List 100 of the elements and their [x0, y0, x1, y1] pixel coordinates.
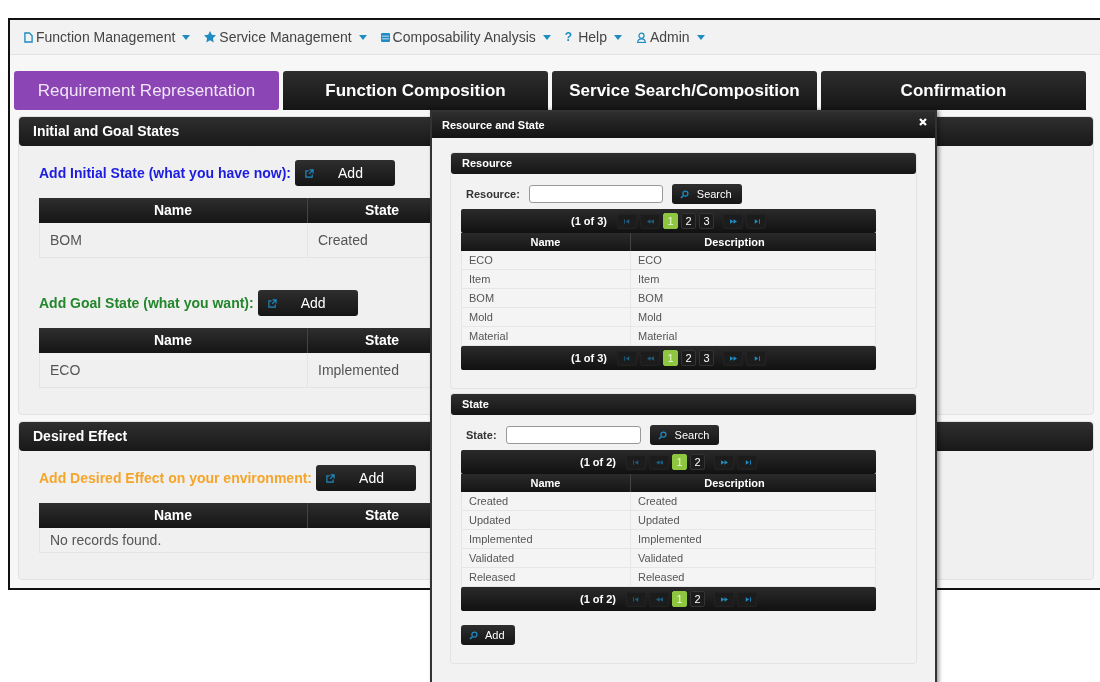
previous-page-button[interactable] — [649, 591, 670, 607]
next-page-button[interactable] — [723, 213, 744, 229]
table-cell: Created — [462, 492, 631, 510]
star-icon — [204, 31, 217, 43]
caret-icon — [696, 34, 705, 40]
last-page-button[interactable] — [746, 213, 767, 229]
prompt-label: Add Desired Effect on your environment: — [39, 470, 313, 486]
column-header: State — [363, 201, 401, 220]
nav-menu[interactable]: Admin — [635, 29, 705, 45]
page-button[interactable]: 3 — [699, 350, 715, 366]
page-button[interactable]: 2 — [690, 591, 706, 607]
page-summary: (1 of 3) — [570, 215, 608, 227]
next-page-button[interactable] — [723, 350, 744, 366]
table-cell: Validated — [462, 549, 631, 567]
page-button[interactable]: 2 — [690, 454, 706, 470]
search-icon — [469, 630, 478, 640]
next-page-icon — [720, 459, 728, 465]
caret-icon — [358, 34, 367, 40]
last-page-button[interactable] — [746, 350, 767, 366]
search-button[interactable]: Search — [671, 184, 742, 204]
table-cell: Material — [462, 327, 631, 345]
table-cell: ECO — [462, 251, 631, 269]
add-button[interactable]: Add — [316, 465, 417, 491]
page-button[interactable]: 3 — [699, 213, 715, 229]
last-page-icon — [743, 459, 751, 465]
page-summary: (1 of 2) — [579, 593, 617, 605]
first-page-button[interactable] — [626, 454, 647, 470]
previous-page-icon — [646, 218, 654, 224]
nav-menu[interactable]: ? Help — [564, 29, 622, 45]
help-icon: ? — [564, 30, 573, 44]
table-cell: Updated — [462, 511, 631, 529]
table-cell: Mold — [462, 308, 631, 326]
table-cell-text: Released — [637, 570, 686, 585]
previous-page-icon — [646, 355, 654, 361]
last-page-button[interactable] — [737, 591, 758, 607]
table-cell: Implemented — [462, 530, 631, 548]
tab[interactable]: Confirmation — [821, 71, 1086, 110]
caret-icon — [182, 34, 191, 40]
table-cell-text: ECO — [637, 253, 663, 268]
search-field[interactable] — [505, 426, 641, 444]
next-page-icon — [729, 218, 737, 224]
table-icon — [380, 32, 390, 42]
field-label: State: — [466, 429, 497, 441]
first-page-button[interactable] — [617, 213, 638, 229]
tab[interactable]: Requirement Representation — [14, 71, 279, 110]
page-summary: (1 of 3) — [570, 352, 608, 364]
search-field[interactable] — [528, 185, 663, 203]
last-page-icon — [752, 355, 760, 361]
nav-menu[interactable]: Composability Analysis — [380, 29, 551, 45]
page-button[interactable]: 2 — [681, 350, 697, 366]
close-icon[interactable] — [919, 118, 927, 126]
page-summary: (1 of 2) — [579, 456, 617, 468]
page-button[interactable]: 2 — [681, 213, 697, 229]
add-button[interactable]: Add — [461, 625, 515, 645]
next-page-button[interactable] — [714, 591, 735, 607]
first-page-button[interactable] — [617, 350, 638, 366]
column-header: Name — [39, 503, 308, 528]
table-cell: BOM — [462, 289, 631, 307]
table-cell-text: Created — [637, 494, 679, 509]
last-page-button[interactable] — [737, 454, 758, 470]
panel-header: State — [451, 394, 916, 415]
dialog-title: Resource and State — [442, 119, 545, 131]
column-header: State — [363, 331, 401, 350]
nav-menu[interactable]: Service Management — [204, 29, 367, 45]
prompt-label: Add Goal State (what you want): — [39, 295, 254, 311]
tab[interactable]: Function Composition — [283, 71, 548, 110]
last-page-icon — [743, 596, 751, 602]
caret-icon — [542, 34, 551, 40]
add-button[interactable]: Add — [295, 160, 395, 186]
table-cell: BOM — [40, 223, 308, 257]
column-header: State — [363, 506, 401, 525]
table-cell-text: Implemented — [637, 532, 703, 547]
field-label: Resource: — [466, 188, 520, 200]
search-button[interactable]: Search — [649, 425, 720, 445]
column-header: Name — [39, 328, 308, 353]
panel-header: Resource — [451, 153, 916, 174]
table-cell-text: Mold — [637, 310, 663, 325]
table-cell-text: Item — [637, 272, 661, 287]
table-cell-text: Material — [637, 329, 679, 344]
search-icon — [657, 430, 667, 440]
previous-page-icon — [655, 596, 663, 602]
tab[interactable]: Service Search/Composition — [552, 71, 817, 110]
caret-icon — [613, 34, 622, 40]
last-page-icon — [752, 218, 760, 224]
table-cell-text: Created — [317, 231, 369, 250]
nav-menu[interactable]: Function Management — [24, 29, 191, 45]
external-link-icon — [326, 473, 336, 483]
previous-page-button[interactable] — [640, 350, 661, 366]
table-cell-text: Validated — [637, 551, 685, 566]
table-cell-text: BOM — [637, 291, 665, 306]
table-cell: ECO — [40, 353, 308, 387]
next-page-icon — [720, 596, 728, 602]
add-button[interactable]: Add — [257, 290, 358, 316]
first-page-icon — [623, 218, 631, 224]
next-page-button[interactable] — [714, 454, 735, 470]
user-icon — [635, 31, 647, 43]
previous-page-button[interactable] — [640, 213, 661, 229]
previous-page-button[interactable] — [649, 454, 670, 470]
document-icon — [24, 31, 33, 43]
first-page-button[interactable] — [626, 591, 647, 607]
